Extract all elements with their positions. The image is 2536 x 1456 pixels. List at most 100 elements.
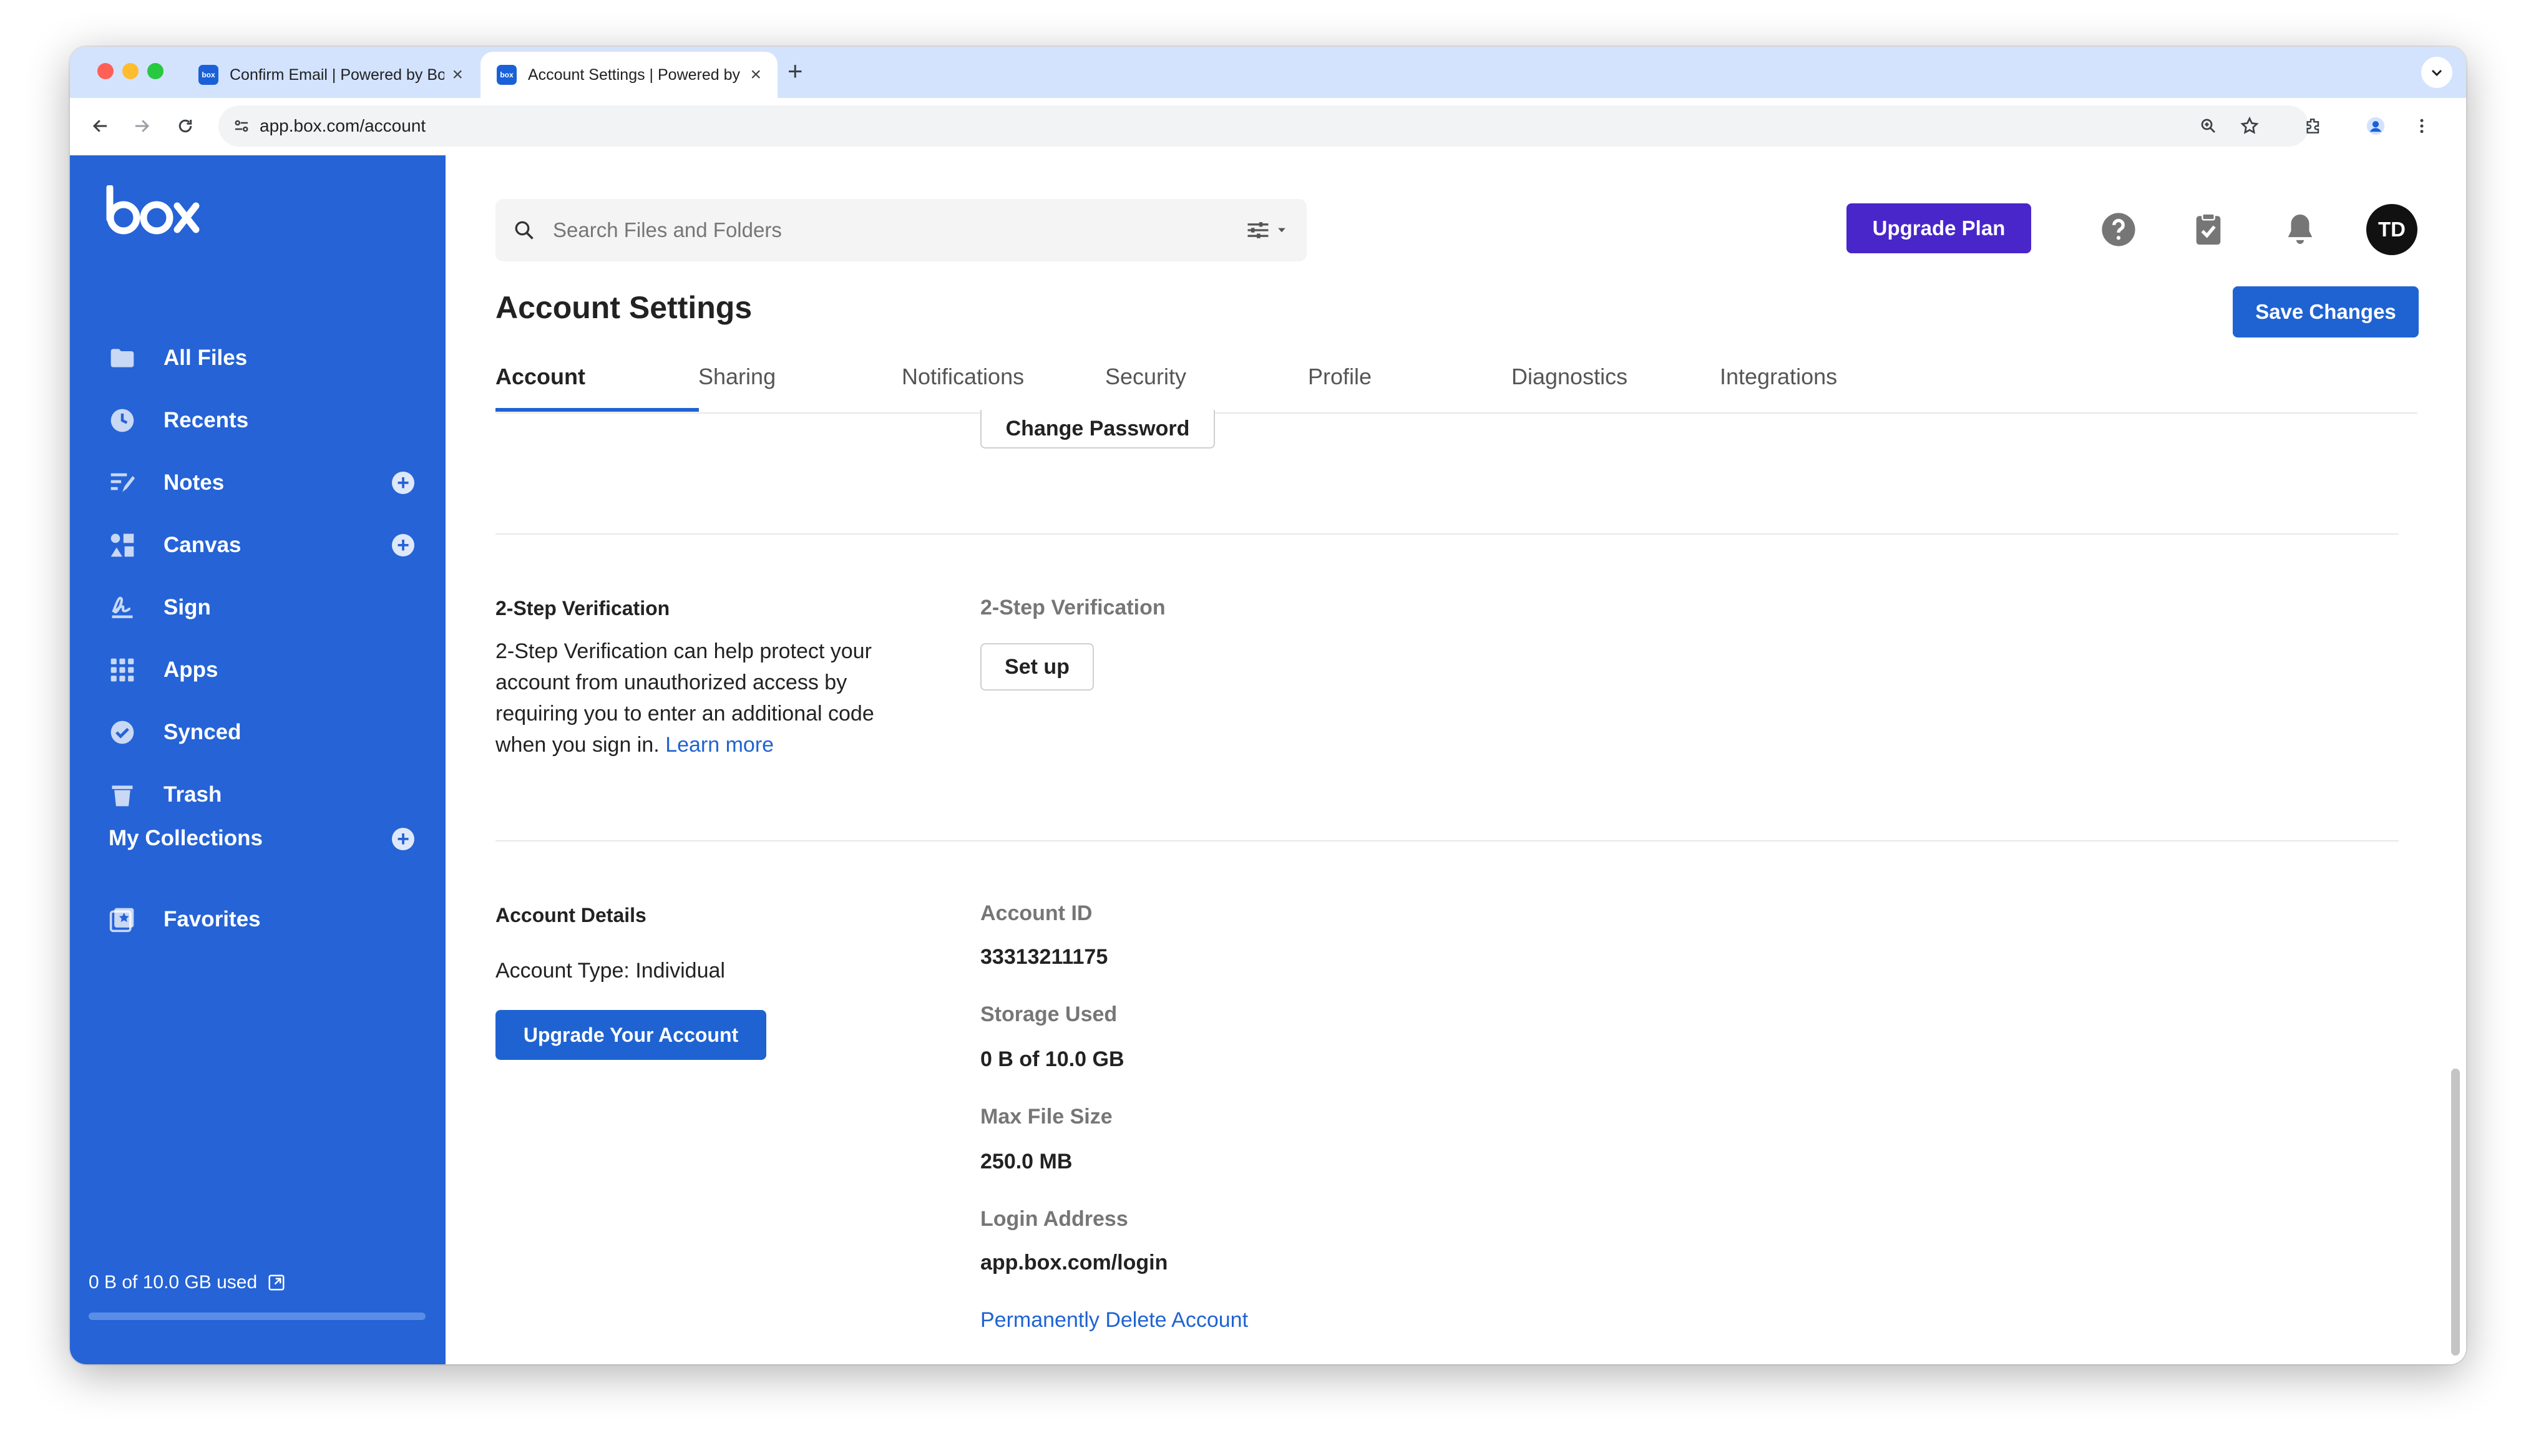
- notifications-bell-icon[interactable]: [2281, 210, 2319, 249]
- address-bar[interactable]: app.box.com/account: [218, 105, 2309, 147]
- add-collection-plus-icon[interactable]: +: [392, 828, 414, 850]
- sidebar-item-label: Notes: [163, 470, 225, 495]
- sidebar-item-recents[interactable]: Recents: [107, 399, 432, 442]
- site-settings-icon[interactable]: [232, 117, 251, 135]
- sidebar-item-label: Canvas: [163, 533, 241, 557]
- add-canvas-plus-icon[interactable]: +: [392, 534, 414, 556]
- apps-grid-icon: [107, 655, 137, 685]
- search-filter-button[interactable]: [1244, 216, 1288, 244]
- extensions-icon[interactable]: [2299, 112, 2328, 140]
- close-window-dot[interactable]: [97, 63, 114, 79]
- browser-tab-confirm-email[interactable]: box Confirm Email | Powered by Box ×: [182, 52, 479, 98]
- storage-progress-bar: [89, 1313, 426, 1320]
- tab-notifications[interactable]: Notifications: [902, 342, 1024, 411]
- tab-account[interactable]: Account: [495, 342, 585, 411]
- account-id-value: 33313211175: [980, 945, 1108, 969]
- storage-used-value: 0 B of 10.0 GB: [980, 1047, 1124, 1071]
- two-step-section-title: 2-Step Verification: [495, 597, 670, 619]
- check-circle-icon: [107, 717, 137, 747]
- box-favicon-icon: box: [497, 65, 517, 85]
- save-changes-button[interactable]: Save Changes: [2233, 286, 2419, 337]
- tab-profile[interactable]: Profile: [1308, 342, 1372, 411]
- browser-tab-account-settings[interactable]: box Account Settings | Powered by Box ×: [480, 52, 778, 98]
- max-file-size-label: Max File Size: [980, 1105, 1113, 1128]
- minimize-window-dot[interactable]: [122, 63, 139, 79]
- two-step-description: 2-Step Verification can help protect you…: [495, 636, 907, 760]
- my-collections-heading[interactable]: My Collections: [109, 826, 263, 851]
- learn-more-link[interactable]: Learn more: [665, 733, 774, 757]
- sidebar-item-trash[interactable]: Trash: [107, 773, 432, 817]
- tab-sharing[interactable]: Sharing: [698, 342, 776, 411]
- canvas-icon: [107, 530, 137, 560]
- sidebar-item-notes[interactable]: Notes +: [107, 461, 432, 505]
- star-collection-icon: [107, 905, 137, 934]
- sidebar-item-all-files[interactable]: All Files: [107, 336, 432, 380]
- avatar[interactable]: TD: [2366, 204, 2417, 255]
- tab-security[interactable]: Security: [1105, 342, 1186, 411]
- browser-tab-strip: box Confirm Email | Powered by Box × box…: [70, 47, 2466, 98]
- browser-menu-icon[interactable]: [2407, 112, 2436, 140]
- add-note-plus-icon[interactable]: +: [392, 472, 414, 494]
- sign-icon: [107, 593, 137, 623]
- folder-icon: [107, 343, 137, 373]
- forward-icon[interactable]: [127, 112, 156, 140]
- delete-account-link[interactable]: Permanently Delete Account: [980, 1308, 1248, 1332]
- filter-sliders-icon: [1247, 222, 1269, 238]
- profile-icon[interactable]: [2361, 112, 2390, 140]
- trash-icon: [107, 780, 137, 810]
- sidebar-item-synced[interactable]: Synced: [107, 711, 432, 754]
- account-type: Account Type: Individual: [495, 959, 725, 983]
- sidebar: All Files Recents Notes + Canvas + Sign …: [70, 155, 446, 1364]
- two-step-setup-button[interactable]: Set up: [980, 643, 1094, 691]
- sidebar-item-label: Sign: [163, 595, 211, 619]
- active-tab-indicator: [495, 408, 699, 412]
- sidebar-item-label: Trash: [163, 782, 222, 807]
- external-link-icon[interactable]: [267, 1273, 286, 1292]
- change-password-button[interactable]: Change Password: [980, 410, 1215, 449]
- tasks-clipboard-icon[interactable]: [2189, 210, 2228, 249]
- notes-icon: [107, 468, 137, 498]
- browser-toolbar: app.box.com/account: [70, 98, 2466, 157]
- main-content: Upgrade Plan TD Account Settings Save Ch…: [446, 155, 2466, 1364]
- section-divider: [495, 840, 2399, 842]
- help-icon[interactable]: [2099, 210, 2138, 249]
- sidebar-item-label: Recents: [163, 408, 249, 432]
- sidebar-item-label: Apps: [163, 658, 218, 682]
- sidebar-item-canvas[interactable]: Canvas +: [107, 523, 432, 567]
- sidebar-item-label: All Files: [163, 346, 248, 370]
- clock-icon: [107, 405, 137, 435]
- bookmark-star-icon[interactable]: [2235, 112, 2264, 140]
- browser-window: box Confirm Email | Powered by Box × box…: [70, 47, 2466, 1364]
- account-id-label: Account ID: [980, 901, 1093, 925]
- page-title: Account Settings: [495, 290, 753, 325]
- section-divider: [495, 533, 2399, 535]
- storage-used-label: Storage Used: [980, 1002, 1118, 1026]
- sidebar-item-label: Favorites: [163, 907, 261, 931]
- tab-search-icon[interactable]: [2421, 57, 2452, 88]
- sidebar-item-label: Synced: [163, 720, 241, 744]
- url-text: app.box.com/account: [260, 116, 426, 135]
- maximize-window-dot[interactable]: [147, 63, 163, 79]
- scrollbar-thumb[interactable]: [2451, 1069, 2460, 1356]
- zoom-icon[interactable]: [2194, 112, 2223, 140]
- sidebar-item-apps[interactable]: Apps: [107, 648, 432, 692]
- box-logo[interactable]: [105, 184, 205, 238]
- reload-icon[interactable]: [171, 112, 200, 140]
- search-icon: [513, 219, 535, 241]
- upgrade-plan-button[interactable]: Upgrade Plan: [1846, 203, 2031, 253]
- close-tab-icon[interactable]: ×: [452, 64, 463, 85]
- back-icon[interactable]: [86, 112, 115, 140]
- sidebar-item-favorites[interactable]: Favorites: [107, 898, 432, 941]
- upgrade-account-button[interactable]: Upgrade Your Account: [495, 1010, 766, 1060]
- storage-usage-text: 0 B of 10.0 GB used: [89, 1272, 258, 1293]
- new-tab-icon[interactable]: +: [788, 58, 803, 84]
- tab-title: Confirm Email | Powered by Box: [230, 66, 445, 84]
- tab-diagnostics[interactable]: Diagnostics: [1511, 342, 1627, 411]
- chevron-down-icon: [1278, 228, 1285, 233]
- sidebar-item-sign[interactable]: Sign: [107, 586, 432, 629]
- close-tab-icon[interactable]: ×: [750, 64, 761, 85]
- tab-integrations[interactable]: Integrations: [1720, 342, 1837, 411]
- search-input[interactable]: [552, 218, 1178, 243]
- search-bar[interactable]: [495, 199, 1307, 261]
- account-details-title: Account Details: [495, 904, 646, 926]
